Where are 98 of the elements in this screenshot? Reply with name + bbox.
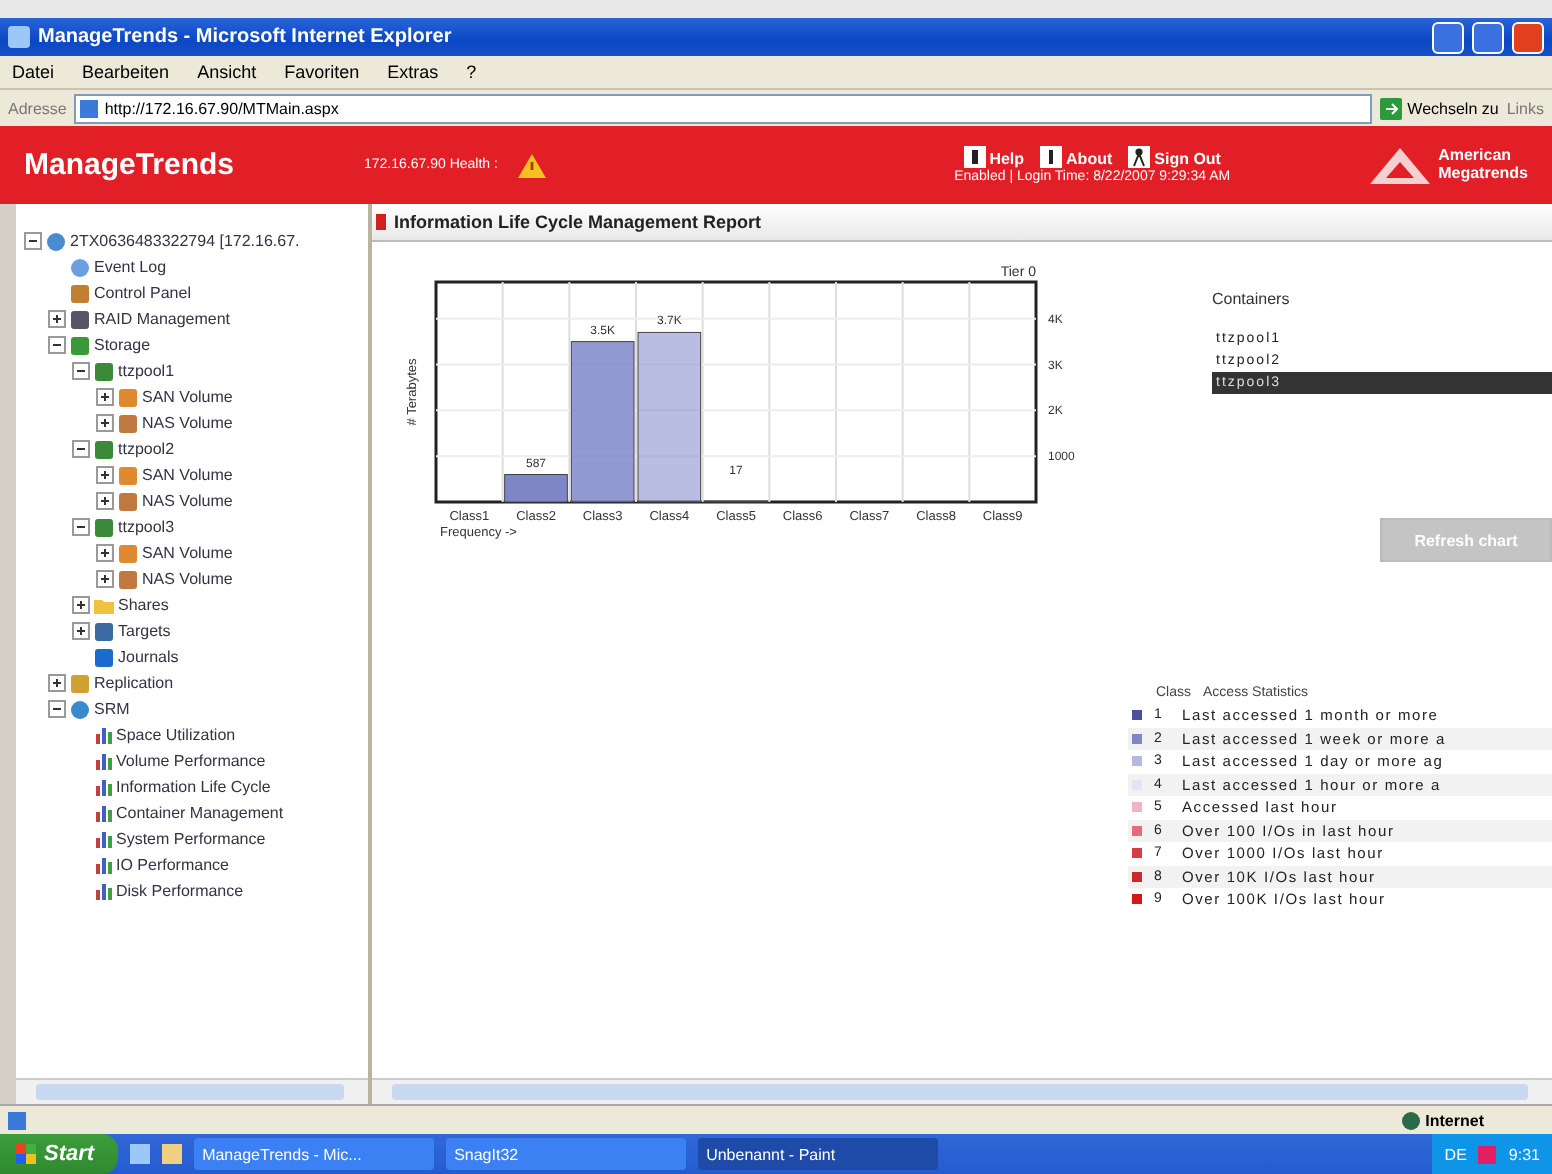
expand-toggle[interactable] — [96, 544, 114, 562]
quick-launch-icon[interactable] — [162, 1144, 183, 1164]
tree-item[interactable]: Information Life Cycle — [116, 778, 271, 796]
tree-item[interactable]: Disk Performance — [116, 882, 244, 900]
go-button[interactable]: Wechseln zu — [1379, 97, 1499, 119]
info-icon — [1040, 146, 1063, 168]
about-link[interactable]: About — [1040, 146, 1113, 168]
expand-toggle[interactable] — [72, 596, 90, 614]
replication-icon — [70, 673, 90, 693]
tree-item[interactable]: IO Performance — [116, 856, 229, 874]
storage-icon — [70, 335, 90, 355]
tree-item[interactable]: SAN Volume — [142, 388, 233, 406]
arrow-icon — [1379, 97, 1402, 119]
folder-icon — [94, 596, 114, 614]
close-button[interactable] — [1512, 21, 1544, 53]
panel-icon — [70, 283, 90, 303]
sign-out-link[interactable]: Sign Out — [1128, 146, 1221, 168]
quick-launch-icon[interactable] — [130, 1144, 151, 1164]
expand-toggle[interactable] — [96, 414, 114, 432]
collapse-toggle[interactable] — [48, 336, 66, 354]
tree-item[interactable]: Event Log — [94, 258, 167, 276]
maximize-button[interactable] — [1472, 21, 1504, 53]
pool-icon — [94, 517, 114, 537]
scrollbar[interactable] — [372, 1078, 1552, 1104]
person-icon — [1128, 146, 1151, 168]
tree-item[interactable]: Targets — [118, 622, 171, 640]
report-icon — [376, 214, 386, 230]
collapse-toggle[interactable] — [48, 700, 66, 718]
expand-toggle[interactable] — [96, 466, 114, 484]
expand-toggle[interactable] — [96, 388, 114, 406]
tree-item[interactable]: 2TX0636483322794 [172.16.67. — [70, 232, 300, 250]
drive-stack-icon — [70, 309, 90, 329]
taskbar-button[interactable]: SnagIt32 — [446, 1138, 687, 1170]
expand-toggle[interactable] — [48, 674, 66, 692]
tree-item[interactable]: RAID Management — [94, 310, 231, 328]
containers-title: Containers — [1212, 290, 1292, 308]
expand-toggle[interactable] — [72, 622, 90, 640]
logo-icon — [1370, 147, 1431, 183]
target-icon — [94, 621, 114, 641]
tree-item[interactable]: Container Management — [116, 804, 284, 822]
links-label[interactable]: Links — [1506, 99, 1544, 117]
pool-icon — [94, 361, 114, 381]
expand-toggle[interactable] — [96, 570, 114, 588]
taskbar-button[interactable]: ManageTrends - Mic... — [194, 1138, 435, 1170]
tree-item[interactable]: Storage — [94, 336, 151, 354]
brand-name: ManageTrends — [24, 148, 237, 182]
collapse-toggle[interactable] — [72, 518, 90, 536]
tree-item[interactable]: ttzpool2 — [118, 440, 175, 458]
log-icon — [70, 257, 90, 277]
panel-title: Information Life Cycle Management Report — [394, 212, 762, 232]
collapse-toggle[interactable] — [72, 362, 90, 380]
menu-item[interactable]: Bearbeiten — [82, 62, 170, 82]
collapse-toggle[interactable] — [72, 440, 90, 458]
tree-item[interactable]: System Performance — [116, 830, 266, 848]
start-button[interactable]: Start — [0, 1134, 119, 1174]
tree-item[interactable]: Shares — [118, 596, 169, 614]
expand-toggle[interactable] — [48, 310, 66, 328]
page-icon — [8, 1111, 26, 1129]
tree-item[interactable]: SAN Volume — [142, 466, 233, 484]
tree-item[interactable]: ttzpool3 — [118, 518, 175, 536]
browser-icon — [8, 26, 30, 48]
tree-item[interactable]: NAS Volume — [142, 570, 233, 588]
journal-icon — [94, 647, 114, 667]
collapse-toggle[interactable] — [24, 232, 42, 250]
computer-icon — [46, 231, 66, 251]
warning-icon — [517, 153, 546, 177]
taskbar-button[interactable]: Unbenannt - Paint — [698, 1138, 939, 1170]
logo-text: American Megatrends — [1438, 147, 1528, 183]
clock: 9:31 — [1508, 1145, 1540, 1163]
window-title: ManageTrends - Microsoft Internet Explorer — [38, 26, 454, 48]
pool-icon — [94, 439, 114, 459]
globe-icon — [70, 699, 90, 719]
tree-item[interactable]: Volume Performance — [116, 752, 266, 770]
tree-item[interactable]: SRM — [94, 700, 130, 718]
menu-item[interactable]: ? — [466, 62, 477, 82]
scrollbar[interactable] — [16, 1078, 368, 1104]
zone-label: Internet — [1401, 1111, 1484, 1129]
tree-item[interactable]: Journals — [118, 648, 179, 666]
address-label: Adresse — [8, 99, 67, 117]
tree-item[interactable]: Replication — [94, 674, 174, 692]
help-icon — [963, 146, 986, 168]
tree-item[interactable]: Control Panel — [94, 284, 191, 302]
expand-toggle[interactable] — [96, 492, 114, 510]
help-link[interactable]: Help — [963, 146, 1025, 168]
globe-icon — [1401, 1111, 1420, 1129]
page-icon — [80, 99, 99, 117]
menu-item[interactable]: Extras — [387, 62, 439, 82]
windows-flag-icon — [16, 1144, 36, 1164]
tree-item[interactable]: NAS Volume — [142, 414, 233, 432]
menu-item[interactable]: Favoriten — [284, 62, 360, 82]
tree-item[interactable]: SAN Volume — [142, 544, 233, 562]
minimize-button[interactable] — [1432, 21, 1464, 53]
tree-item[interactable]: ttzpool1 — [118, 362, 175, 380]
tree-item[interactable]: NAS Volume — [142, 492, 233, 510]
menu-item[interactable]: Ansicht — [197, 62, 257, 82]
menu-item[interactable]: Datei — [12, 62, 55, 82]
tree-item[interactable]: Space Utilization — [116, 726, 236, 744]
address-field[interactable]: http://172.16.67.90/MTMain.aspx — [74, 93, 1372, 123]
